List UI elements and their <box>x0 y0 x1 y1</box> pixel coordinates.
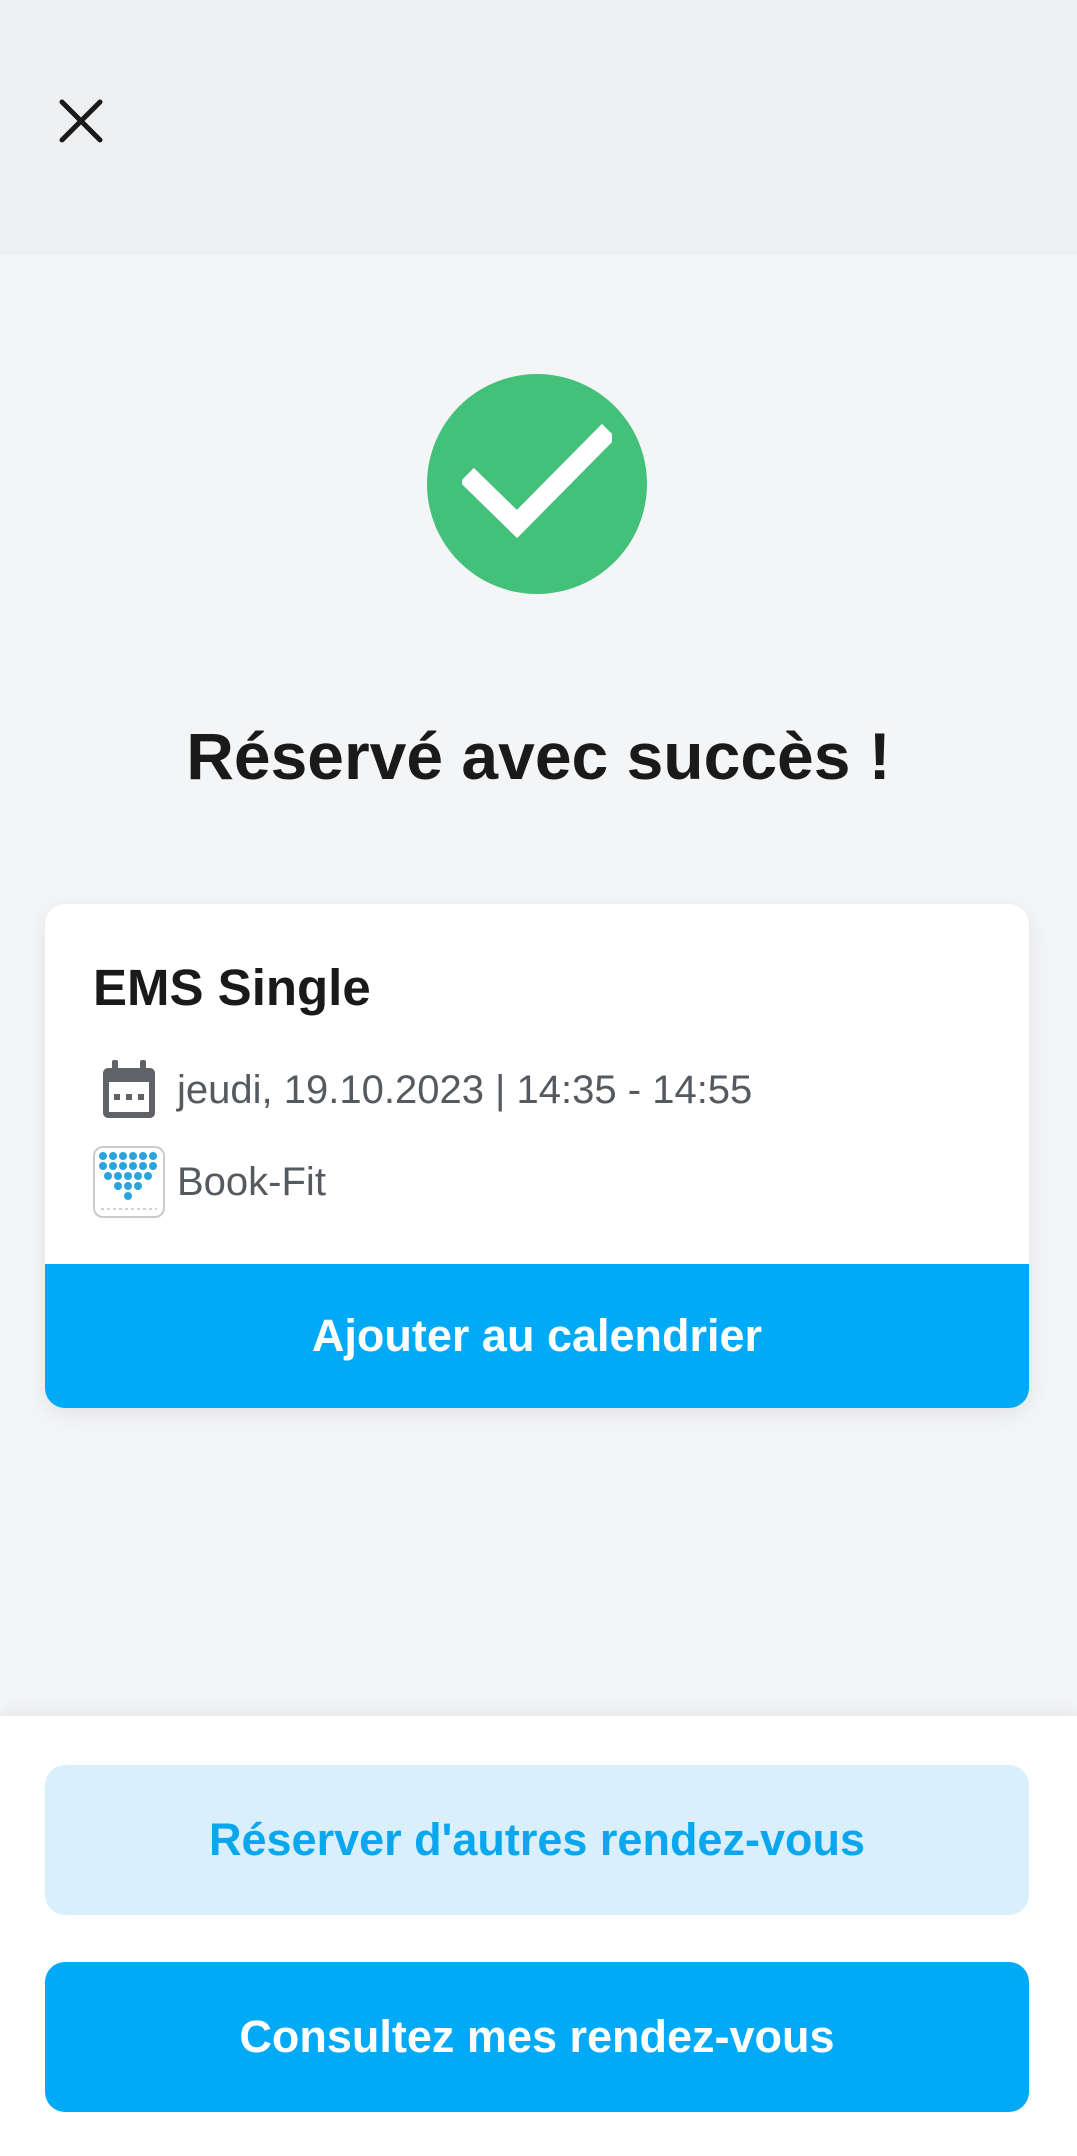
success-badge <box>427 374 647 594</box>
provider-name: Book-Fit <box>177 1159 326 1204</box>
view-appointments-button[interactable]: Consultez mes rendez-vous <box>45 1962 1029 2112</box>
close-icon <box>59 99 103 143</box>
calendar-icon <box>93 1054 165 1126</box>
book-fit-logo-icon <box>93 1146 165 1218</box>
top-bar <box>0 0 1077 255</box>
checkmark-icon <box>462 424 612 539</box>
success-title: Réservé avec succès ! <box>186 719 891 793</box>
add-to-calendar-button[interactable]: Ajouter au calendrier <box>45 1264 1029 1408</box>
provider-row: Book-Fit <box>93 1146 326 1218</box>
booking-date-row: jeudi, 19.10.2023 | 14:35 - 14:55 <box>93 1054 752 1126</box>
book-more-button[interactable]: Réserver d'autres rendez-vous <box>45 1765 1029 1915</box>
service-name: EMS Single <box>93 959 371 1016</box>
bottom-actions: Réserver d'autres rendez-vous Consultez … <box>0 1716 1077 2156</box>
close-button[interactable] <box>50 90 112 152</box>
booking-date-time: jeudi, 19.10.2023 | 14:35 - 14:55 <box>177 1067 753 1112</box>
booking-card: EMS Single jeudi, 19.10.2023 | 14:35 - 1… <box>45 904 1029 1408</box>
